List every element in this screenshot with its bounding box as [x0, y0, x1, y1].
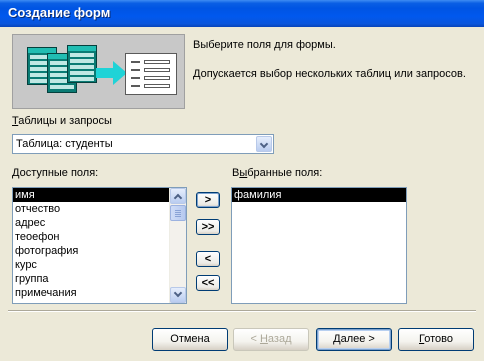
- footer-separator: [8, 310, 476, 312]
- source-label: Таблицы и запросы: [12, 115, 112, 127]
- cancel-button[interactable]: Отмена: [152, 328, 228, 351]
- back-button[interactable]: < Назад: [233, 328, 309, 351]
- instruction-text: Выберите поля для формы.: [193, 39, 336, 51]
- scroll-thumb[interactable]: [170, 205, 186, 221]
- remove-field-button[interactable]: <: [196, 251, 220, 267]
- add-all-fields-button[interactable]: >>: [196, 219, 220, 235]
- add-field-button[interactable]: >: [196, 192, 220, 208]
- available-fields-label: Доступные поля:: [12, 167, 99, 179]
- list-item[interactable]: адрес: [13, 216, 186, 230]
- available-fields-scrollbar[interactable]: [169, 188, 186, 303]
- list-item[interactable]: имя: [13, 188, 186, 202]
- form-icon: [125, 53, 177, 95]
- scroll-down-icon[interactable]: [170, 287, 186, 303]
- list-item[interactable]: фотография: [13, 244, 186, 258]
- table-icon: [67, 45, 97, 83]
- source-select-value: Таблица: студенты: [16, 138, 113, 150]
- window-title: Создание форм: [0, 0, 484, 27]
- remove-all-fields-button[interactable]: <<: [196, 275, 220, 291]
- scroll-up-icon[interactable]: [170, 188, 186, 204]
- list-item[interactable]: примечания: [13, 286, 186, 300]
- form-wizard-illustration-icon: [12, 34, 185, 109]
- wizard-dialog: Выберите поля для формы. Допускается выб…: [0, 27, 484, 361]
- chevron-down-icon[interactable]: [256, 136, 272, 152]
- selected-fields-label: Выбранные поля:: [232, 167, 323, 179]
- list-item[interactable]: фамилия: [232, 188, 406, 202]
- list-item[interactable]: группа: [13, 272, 186, 286]
- list-item[interactable]: отчество: [13, 202, 186, 216]
- next-button[interactable]: Далее >: [316, 328, 392, 351]
- list-item[interactable]: курс: [13, 258, 186, 272]
- source-select[interactable]: Таблица: студенты: [12, 134, 274, 154]
- hint-text: Допускается выбор нескольких таблиц или …: [193, 68, 466, 80]
- list-item[interactable]: теоефон: [13, 230, 186, 244]
- arrow-icon: [96, 68, 114, 78]
- selected-fields-list[interactable]: фамилия: [231, 187, 407, 304]
- finish-button[interactable]: Готово: [398, 328, 474, 351]
- available-fields-list[interactable]: имя отчество адрес теоефон фотография курс гру…: [12, 187, 187, 304]
